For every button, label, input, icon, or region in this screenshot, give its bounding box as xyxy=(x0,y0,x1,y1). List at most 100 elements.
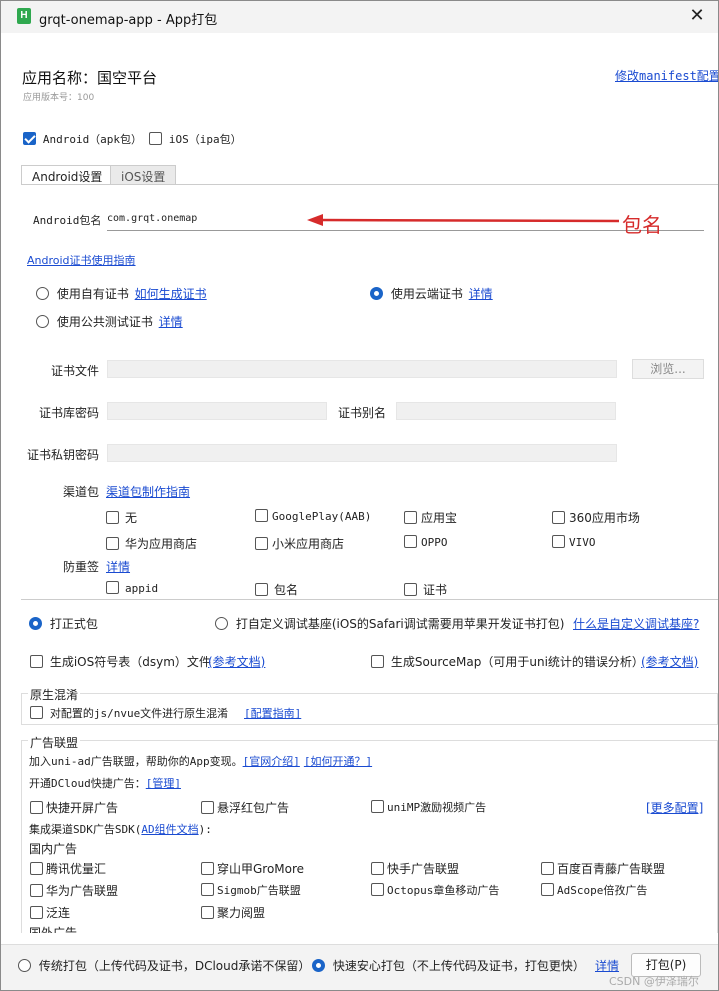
close-icon[interactable]: ✕ xyxy=(686,6,708,28)
channel-yingyongbao-checkbox[interactable]: 应用宝 xyxy=(404,509,457,526)
custom-base-help-link[interactable]: 什么是自定义调试基座? xyxy=(573,615,699,632)
cert-alias-label: 证书别名 xyxy=(338,406,387,420)
ad-fanlian-checkbox[interactable]: 泛连 xyxy=(30,904,70,921)
cert-cloud-label: 使用云端证书 xyxy=(390,287,463,301)
pack-mode-fast-radio[interactable]: 快速安心打包（不上传代码及证书，打包更快） xyxy=(312,957,585,974)
sourcemap-doc-link[interactable]: (参考文档) xyxy=(641,653,698,670)
ad-fanlian-label: 泛连 xyxy=(46,906,71,920)
ads-more-config-link[interactable]: [更多配置] xyxy=(646,799,703,816)
ads-title: 广告联盟 xyxy=(28,734,81,751)
cert-cloud-radio[interactable]: 使用云端证书 详情 xyxy=(370,285,493,302)
anti-package-label: 包名 xyxy=(274,583,299,597)
ads-official-intro-link[interactable]: [官网介绍] xyxy=(243,755,300,768)
channel-label-vivo: VIVO xyxy=(569,536,596,549)
build-custom-base-radio[interactable]: 打自定义调试基座(iOS的Safari调试需要用苹果开发证书打包) xyxy=(215,615,564,632)
radio-selected-icon xyxy=(312,959,325,972)
ad-component-doc-link[interactable]: AD组件文档 xyxy=(141,823,198,836)
domestic-ads-label: 国内广告 xyxy=(29,842,78,856)
modify-manifest-link[interactable]: 修改manifest配置 xyxy=(615,67,718,84)
anti-appid-checkbox[interactable]: appid xyxy=(106,581,158,595)
ad-juli-checkbox[interactable]: 聚力阅盟 xyxy=(201,904,265,921)
ad-pangle-label: 穿山甲GroMore xyxy=(217,862,305,876)
app-pack-dialog: H grqt-onemap-app - App打包 ✕ 应用名称：国空平台 应用… xyxy=(0,0,719,991)
annotation-arrow-icon xyxy=(307,214,620,226)
channel-label-none: 无 xyxy=(125,511,138,525)
cert-public-test-label: 使用公共测试证书 xyxy=(56,315,153,329)
sdk-ads-label-prefix: 集成渠道SDK广告SDK( xyxy=(29,823,142,836)
channel-label: 渠道包 xyxy=(63,485,100,499)
dcloud-ads-label: 开通DCloud快捷广告： xyxy=(29,777,146,790)
ad-octopus-checkbox[interactable]: Octopus章鱼移动广告 xyxy=(371,882,499,898)
channel-none-checkbox[interactable]: 无 xyxy=(106,509,137,526)
channel-oppo-checkbox[interactable]: OPPO xyxy=(404,535,448,549)
channel-googleplay-checkbox[interactable]: GooglePlay(AAB) xyxy=(255,509,371,523)
obfuscation-checkbox[interactable]: 对配置的js/nvue文件进行原生混淆 xyxy=(30,705,228,721)
dsym-doc-link[interactable]: (参考文档) xyxy=(208,653,265,670)
app-version: 应用版本号：100 xyxy=(23,93,95,103)
keystore-password-input[interactable] xyxy=(107,402,327,420)
checkbox-icon xyxy=(201,906,214,919)
cert-own-radio[interactable]: 使用自有证书 如何生成证书 xyxy=(36,285,207,302)
build-formal-radio[interactable]: 打正式包 xyxy=(29,615,98,632)
channel-huawei-checkbox[interactable]: 华为应用商店 xyxy=(106,535,197,552)
channel-label-oppo: OPPO xyxy=(421,536,448,549)
cert-public-test-radio[interactable]: 使用公共测试证书 详情 xyxy=(36,313,183,330)
checkbox-checked-icon xyxy=(23,132,36,145)
cert-cloud-details-link[interactable]: 详情 xyxy=(469,287,493,301)
ad-sigmob-checkbox[interactable]: Sigmob广告联盟 xyxy=(201,882,301,898)
ad-pangle-checkbox[interactable]: 穿山甲GroMore xyxy=(201,860,304,877)
channel-xiaomi-checkbox[interactable]: 小米应用商店 xyxy=(255,535,344,552)
channel-label-googleplay: GooglePlay(AAB) xyxy=(272,510,372,523)
annotation-label: 包名 xyxy=(622,213,662,237)
checkbox-icon xyxy=(30,906,43,919)
cert-alias-input[interactable] xyxy=(396,402,616,420)
ad-rewarded-video-checkbox[interactable]: uniMP激励视频广告 xyxy=(371,799,486,815)
channel-vivo-checkbox[interactable]: VIVO xyxy=(552,535,596,549)
ad-sigmob-label: Sigmob广告联盟 xyxy=(217,884,301,897)
channel-guide-link[interactable]: 渠道包制作指南 xyxy=(106,483,190,500)
anti-package-checkbox[interactable]: 包名 xyxy=(255,581,298,598)
dcloud-ads-manage-link[interactable]: [管理] xyxy=(146,777,181,790)
ad-kuaishou-checkbox[interactable]: 快手广告联盟 xyxy=(371,860,459,877)
how-to-generate-cert-link[interactable]: 如何生成证书 xyxy=(135,287,207,301)
platform-android-checkbox[interactable]: Android（apk包） xyxy=(23,131,142,147)
browse-button[interactable]: 浏览... xyxy=(632,359,704,379)
ad-tencent-checkbox[interactable]: 腾讯优量汇 xyxy=(30,860,106,877)
cert-file-input[interactable] xyxy=(107,360,617,378)
platform-ios-checkbox[interactable]: iOS（ipa包） xyxy=(149,131,242,147)
checkbox-icon xyxy=(201,801,214,814)
ad-redpacket-checkbox[interactable]: 悬浮红包广告 xyxy=(201,799,289,816)
channel-label-360: 360应用市场 xyxy=(569,511,640,525)
dcloud-ads-row: 开通DCloud快捷广告：[管理] xyxy=(29,775,181,791)
channel-360-checkbox[interactable]: 360应用市场 xyxy=(552,509,640,526)
checkbox-icon xyxy=(149,132,162,145)
anti-cert-checkbox[interactable]: 证书 xyxy=(404,581,447,598)
private-key-password-input[interactable] xyxy=(107,444,617,462)
dialog-content: 应用名称：国空平台 应用版本号：100 修改manifest配置 Android… xyxy=(1,33,718,933)
android-cert-guide-link[interactable]: Android证书使用指南 xyxy=(27,252,136,268)
platform-android-label: Android（apk包） xyxy=(42,133,143,146)
title-bar: H grqt-onemap-app - App打包 ✕ xyxy=(1,1,718,33)
pack-mode-details-link[interactable]: 详情 xyxy=(595,957,619,974)
checkbox-icon xyxy=(201,883,214,896)
pack-mode-traditional-label: 传统打包（上传代码及证书，DCloud承诺不保留） xyxy=(38,959,311,973)
ad-baidu-checkbox[interactable]: 百度百青藤广告联盟 xyxy=(541,860,665,877)
pack-mode-traditional-radio[interactable]: 传统打包（上传代码及证书，DCloud承诺不保留） xyxy=(18,957,310,974)
anti-resign-details-link[interactable]: 详情 xyxy=(106,558,130,575)
tab-ios-settings[interactable]: iOS设置 xyxy=(110,165,177,185)
ad-huawei-checkbox[interactable]: 华为广告联盟 xyxy=(30,882,118,899)
obfuscation-guide-link[interactable]: [配置指南] xyxy=(244,705,301,721)
sourcemap-checkbox[interactable]: 生成SourceMap（可用于uni统计的错误分析） xyxy=(371,653,644,670)
tab-android-settings[interactable]: Android设置 xyxy=(21,165,114,185)
channel-label-yingyongbao: 应用宝 xyxy=(421,511,458,525)
checkbox-icon xyxy=(371,883,384,896)
cert-file-label: 证书文件 xyxy=(51,364,100,378)
ad-adscope-checkbox[interactable]: AdScope倍孜广告 xyxy=(541,882,647,898)
build-custom-base-label: 打自定义调试基座(iOS的Safari调试需要用苹果开发证书打包) xyxy=(235,617,565,631)
anti-appid-label: appid xyxy=(125,582,159,595)
cert-public-details-link[interactable]: 详情 xyxy=(159,315,183,329)
checkbox-icon xyxy=(30,884,43,897)
ad-splash-checkbox[interactable]: 快捷开屏广告 xyxy=(30,799,118,816)
ads-how-to-open-link[interactable]: [如何开通？] xyxy=(304,755,372,768)
dsym-checkbox[interactable]: 生成iOS符号表（dsym）文件 xyxy=(30,653,211,670)
